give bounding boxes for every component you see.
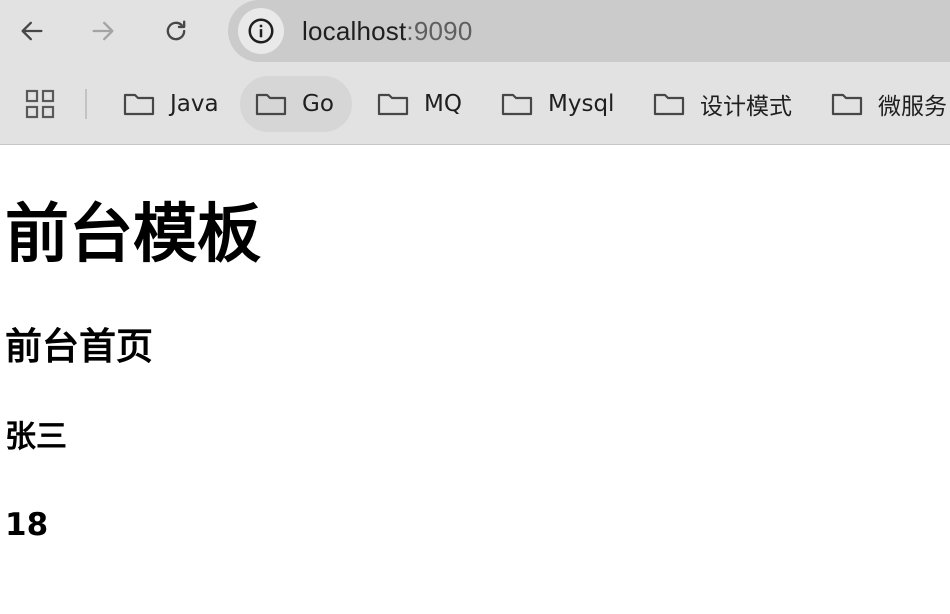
- bookmark-mysql[interactable]: Mysql: [496, 76, 618, 132]
- reload-icon: [166, 20, 186, 41]
- page-title: 前台模板: [5, 198, 261, 272]
- forward-button[interactable]: [83, 11, 123, 51]
- apps-button[interactable]: [22, 86, 58, 122]
- info-icon: [248, 18, 274, 44]
- site-info-button[interactable]: [238, 8, 284, 54]
- bookmark-label: 微服务: [878, 94, 947, 120]
- bookmark-label: Mysql: [548, 91, 615, 117]
- apps-grid-icon: [25, 89, 55, 119]
- folder-icon: [255, 93, 287, 116]
- folder-icon: [653, 93, 685, 116]
- folder-icon: [831, 93, 863, 116]
- bookmark-label: Java: [170, 91, 219, 117]
- folder-icon: [501, 93, 533, 116]
- folder-icon: [123, 93, 155, 116]
- bookmark-label: 设计模式: [700, 94, 792, 120]
- user-name: 张三: [5, 419, 67, 455]
- url-text[interactable]: localhost:9090: [302, 16, 473, 47]
- bookmark-label: Go: [302, 91, 334, 117]
- bookmark-label: MQ: [424, 91, 462, 117]
- back-button[interactable]: [12, 11, 52, 51]
- page-subtitle: 前台首页: [5, 325, 153, 368]
- folder-icon: [377, 93, 409, 116]
- bookmark-microservices[interactable]: 微服务: [826, 76, 950, 132]
- arrow-left-icon: [21, 21, 43, 41]
- bookmark-java[interactable]: Java: [118, 76, 223, 132]
- url-port: :9090: [406, 15, 473, 46]
- browser-chrome: localhost:9090 Java Go MQ Mysql 设计模式 微服务: [0, 0, 950, 145]
- bookmarks-separator: [85, 89, 87, 119]
- bookmarks-bar: Java Go MQ Mysql 设计模式 微服务: [0, 76, 950, 132]
- arrow-right-icon: [92, 21, 114, 41]
- reload-button[interactable]: [156, 11, 196, 51]
- user-age: 18: [5, 507, 49, 543]
- url-host: localhost: [302, 15, 407, 46]
- browser-toolbar: localhost:9090: [0, 0, 950, 62]
- bookmark-design-patterns[interactable]: 设计模式: [648, 76, 796, 132]
- bookmark-mq[interactable]: MQ: [372, 76, 466, 132]
- address-bar[interactable]: localhost:9090: [228, 0, 950, 62]
- bookmark-go[interactable]: Go: [240, 76, 352, 132]
